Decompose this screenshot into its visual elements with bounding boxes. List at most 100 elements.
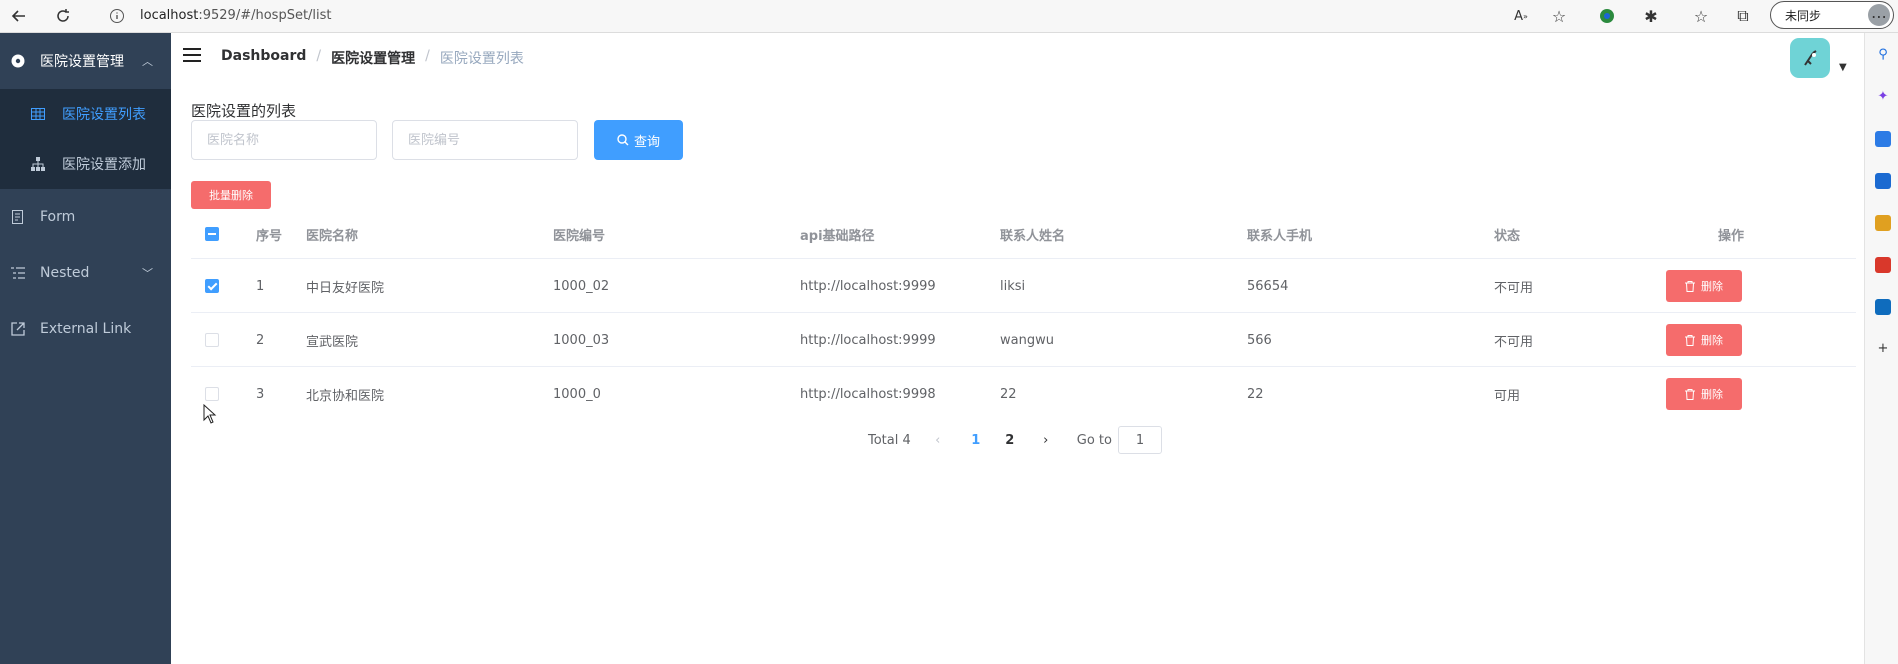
page-title: 医院设置的列表 — [191, 102, 297, 120]
link-icon — [10, 321, 26, 337]
outlook-icon[interactable] — [1875, 299, 1891, 315]
cell-status: 不可用 — [1494, 334, 1534, 350]
sidebar-item-hosp-add[interactable]: 医院设置添加 — [0, 139, 171, 189]
favorites-list-icon[interactable]: ☆ — [1690, 5, 1712, 27]
cell-hosp-name: 宣武医院 — [306, 334, 359, 350]
copilot-sparkle-icon[interactable]: ✦ — [1875, 89, 1891, 105]
caret-down-icon[interactable]: ▼ — [1839, 62, 1847, 73]
cell-api-path: http://localhost:9998 — [800, 386, 936, 402]
cell-hosp-name: 北京协和医院 — [306, 388, 385, 404]
sidebar-item-label: External Link — [40, 321, 132, 337]
search-icon[interactable]: ⚲ — [1875, 47, 1891, 63]
sidebar-item-label: Form — [40, 209, 76, 225]
query-button[interactable]: 查询 — [594, 120, 683, 160]
cell-hosp-name: 中日友好医院 — [306, 280, 385, 296]
row-checkbox[interactable] — [205, 259, 219, 313]
cell-status: 可用 — [1494, 388, 1521, 404]
trash-icon — [1685, 280, 1695, 292]
cell-contact-name: wangwu — [1000, 332, 1054, 348]
select-all-checkbox[interactable] — [205, 214, 219, 254]
favorite-star-icon[interactable]: ☆ — [1548, 5, 1570, 27]
delete-button[interactable]: 删除 — [1666, 270, 1742, 302]
nested-icon — [10, 265, 26, 281]
cell-contact-phone: 566 — [1247, 332, 1272, 348]
browser-toolbar: localhost:9529/#/hospSet/list A» ☆ ✱ ☆ ⧉… — [0, 0, 1898, 33]
chevron-up-icon: ︿ — [142, 55, 153, 68]
chevron-down-icon: ﹀ — [142, 267, 153, 280]
delete-button[interactable]: 删除 — [1666, 324, 1742, 356]
sidebar-item-label: Nested — [40, 265, 90, 281]
address-bar[interactable]: localhost:9529/#/hospSet/list — [140, 6, 332, 26]
breadcrumb-separator: / — [316, 48, 322, 64]
breadcrumb-dashboard[interactable]: Dashboard — [221, 48, 306, 68]
batch-delete-label: 批量删除 — [209, 189, 253, 202]
breadcrumb-hosp-manage[interactable]: 医院设置管理 — [331, 48, 415, 68]
refresh-icon[interactable] — [52, 5, 74, 27]
people-icon[interactable] — [1875, 215, 1891, 231]
query-button-label: 查询 — [633, 134, 660, 150]
extensions-puzzle-icon[interactable]: ✱ — [1640, 5, 1662, 27]
tree-icon — [30, 156, 46, 172]
info-icon[interactable] — [106, 5, 128, 27]
more-menu-icon[interactable]: ⋯ — [1868, 5, 1890, 27]
tools-briefcase-icon[interactable] — [1875, 173, 1891, 189]
sidebar-item-external-link[interactable]: External Link — [0, 301, 171, 357]
prev-page-icon[interactable]: ‹ — [923, 433, 953, 448]
row-checkbox[interactable] — [205, 313, 219, 367]
shopping-tag-icon[interactable] — [1875, 131, 1891, 147]
row-actions: 删除 — [1666, 367, 1742, 421]
header-contact-phone: 联系人手机 — [1247, 228, 1313, 244]
header-index: 序号 — [256, 228, 283, 244]
goto-page-input[interactable] — [1117, 426, 1162, 454]
table-header: 序号 医院名称 医院编号 api基础路径 联系人姓名 联系人手机 状态 操作 — [191, 214, 1856, 254]
header-hosp-code: 医院编号 — [553, 228, 606, 244]
back-arrow-icon[interactable] — [8, 5, 30, 27]
sidebar-item-label: 医院设置添加 — [62, 157, 146, 173]
search-icon — [617, 134, 629, 146]
user-avatar[interactable] — [1790, 38, 1830, 78]
cell-api-path: http://localhost:9999 — [800, 332, 936, 348]
mouse-cursor-icon — [203, 404, 217, 424]
trash-icon — [1685, 388, 1695, 400]
url-host: localhost — [140, 8, 199, 23]
add-icon[interactable]: + — [1875, 341, 1891, 357]
cell-contact-name: 22 — [1000, 386, 1017, 402]
cell-hosp-code: 1000_02 — [553, 278, 610, 294]
sidebar-group-hospital-settings[interactable]: 医院设置管理 ︿ — [0, 33, 171, 89]
hosp-code-input[interactable] — [392, 120, 578, 160]
delete-button-label: 删除 — [1701, 388, 1723, 401]
header-actions: 操作 — [1717, 228, 1744, 244]
sidebar: 医院设置管理 ︿ 医院设置列表 医院设置添加 Form Nested ﹀ Ext… — [0, 33, 171, 664]
cell-contact-name: liksi — [1000, 278, 1026, 294]
goto-label: Go to — [1076, 432, 1112, 448]
breadcrumb-current: 医院设置列表 — [439, 51, 524, 67]
delete-button-label: 删除 — [1701, 334, 1723, 347]
breadcrumb: Dashboard / 医院设置管理 / 医院设置列表 — [221, 48, 524, 68]
row-actions: 删除 — [1666, 259, 1742, 313]
pagination-total: Total 4 — [868, 432, 911, 448]
hosp-name-input[interactable] — [191, 120, 377, 160]
cell-index: 1 — [256, 278, 265, 294]
url-path: :9529/#/hospSet/list — [198, 8, 332, 23]
header-api-path: api基础路径 — [800, 228, 875, 244]
office-icon[interactable] — [1875, 257, 1891, 273]
sidebar-item-nested[interactable]: Nested ﹀ — [0, 245, 171, 301]
batch-delete-button[interactable]: 批量删除 — [191, 181, 271, 209]
sidebar-item-form[interactable]: Form — [0, 189, 171, 245]
trash-icon — [1685, 334, 1695, 346]
extension-globe-icon[interactable] — [1596, 5, 1618, 27]
delete-button[interactable]: 删除 — [1666, 378, 1742, 410]
hamburger-menu-icon[interactable] — [183, 48, 201, 64]
page-number-1[interactable]: 1 — [961, 433, 991, 448]
sidebar-item-hosp-list[interactable]: 医院设置列表 — [0, 89, 171, 139]
collections-icon[interactable]: ⧉ — [1732, 5, 1754, 27]
sidebar-group-label: 医院设置管理 — [40, 54, 124, 70]
read-aloud-icon[interactable]: A» — [1510, 5, 1532, 27]
cell-hosp-code: 1000_03 — [553, 332, 610, 348]
next-page-icon[interactable]: › — [1031, 433, 1061, 448]
page-number-2[interactable]: 2 — [995, 433, 1025, 448]
table-row: 2 宣武医院 1000_03 http://localhost:9999 wan… — [191, 312, 1856, 367]
breadcrumb-separator: / — [425, 48, 430, 64]
row-actions: 删除 — [1666, 313, 1742, 367]
browser-side-panel: ⚲ ✦ + — [1864, 33, 1898, 664]
